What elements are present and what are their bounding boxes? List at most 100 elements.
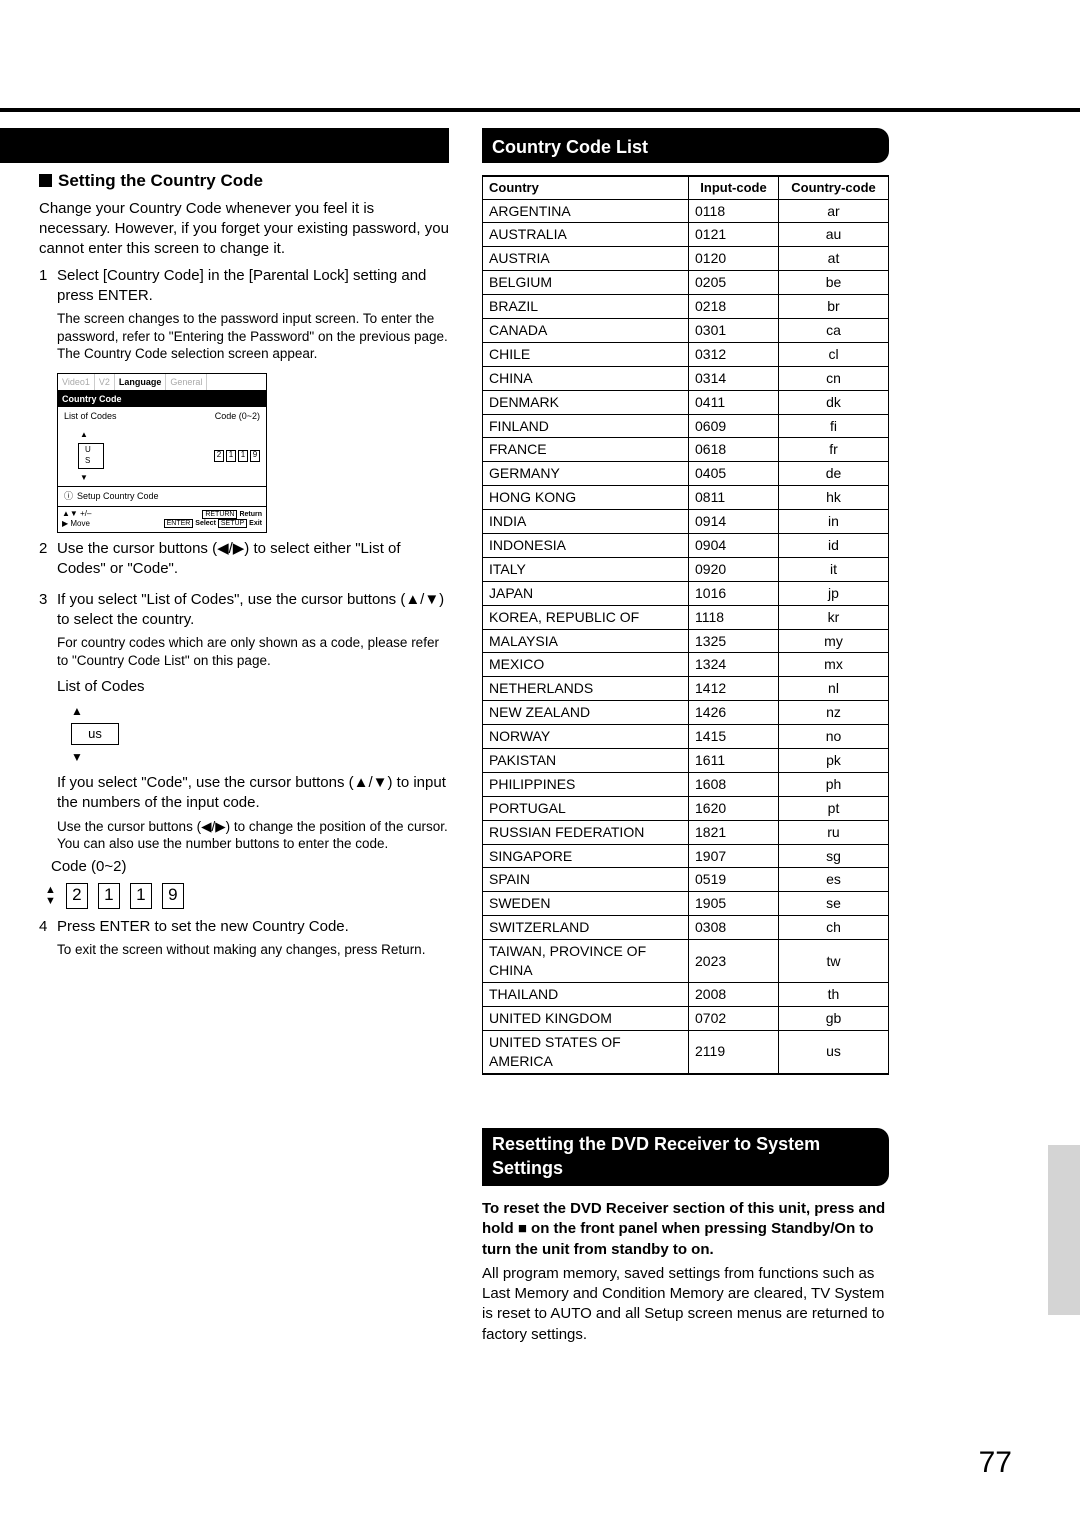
cell-country: NETHERLANDS xyxy=(483,677,689,701)
osd-digits: 2 1 1 9 xyxy=(214,450,260,462)
cell-country: PORTUGAL xyxy=(483,796,689,820)
reset-block: To reset the DVD Receiver section of thi… xyxy=(482,1195,889,1349)
osd-code-label: Code (0~2) xyxy=(215,410,260,422)
cell-country-code: my xyxy=(779,629,889,653)
list-of-codes-illustration: List of Codes us xyxy=(57,677,449,767)
cell-input-code: 0205 xyxy=(689,271,779,295)
cell-input-code: 0312 xyxy=(689,342,779,366)
step-1-note: The screen changes to the password input… xyxy=(57,310,449,363)
cell-country-code: jp xyxy=(779,581,889,605)
cell-input-code: 2023 xyxy=(689,940,779,983)
cell-country: FINLAND xyxy=(483,414,689,438)
cell-country: UNITED STATES OF AMERICA xyxy=(483,1030,689,1073)
cell-country: NEW ZEALAND xyxy=(483,701,689,725)
cell-country-code: mx xyxy=(779,653,889,677)
top-rule xyxy=(0,108,1080,112)
step-number: 4 xyxy=(39,917,57,963)
cell-country: CANADA xyxy=(483,319,689,343)
left-column: Setting the Country Code Change your Cou… xyxy=(39,170,449,963)
cell-input-code: 1412 xyxy=(689,677,779,701)
table-row: BELGIUM0205be xyxy=(483,271,889,295)
cell-input-code: 1611 xyxy=(689,749,779,773)
table-row: GERMANY0405de xyxy=(483,462,889,486)
cell-country: JAPAN xyxy=(483,581,689,605)
cell-country-code: nl xyxy=(779,677,889,701)
osd-digit-3: 9 xyxy=(250,450,260,462)
heading-left-text: Setting the Country Code xyxy=(58,171,263,190)
cell-country: SWEDEN xyxy=(483,892,689,916)
table-row: MEXICO1324mx xyxy=(483,653,889,677)
cell-input-code: 1608 xyxy=(689,772,779,796)
left-black-band xyxy=(0,128,449,163)
cell-input-code: 0609 xyxy=(689,414,779,438)
th-input-code: Input-code xyxy=(689,176,779,199)
table-header-row: Country Input-code Country-code xyxy=(483,176,889,199)
cell-country: TAIWAN, PROVINCE OF CHINA xyxy=(483,940,689,983)
cell-country-code: se xyxy=(779,892,889,916)
table-row: FINLAND0609fi xyxy=(483,414,889,438)
table-row: KOREA, REPUBLIC OF1118kr xyxy=(483,605,889,629)
cell-country-code: au xyxy=(779,223,889,247)
up-down-icon: ▲▼ xyxy=(45,885,56,907)
cell-country-code: hk xyxy=(779,486,889,510)
table-row: FRANCE0618fr xyxy=(483,438,889,462)
step-number: 1 xyxy=(39,266,57,367)
code-digit-0: 2 xyxy=(66,883,88,909)
th-country: Country xyxy=(483,176,689,199)
cell-country: FRANCE xyxy=(483,438,689,462)
step-1: 1 Select [Country Code] in the [Parental… xyxy=(39,266,449,367)
cell-country: INDONESIA xyxy=(483,534,689,558)
osd-us-value: U S xyxy=(78,443,104,469)
osd-country-code-label: Country Code xyxy=(58,391,266,407)
step-2-text: Use the cursor buttons (◀/▶) to select e… xyxy=(57,539,449,580)
cell-country: UNITED KINGDOM xyxy=(483,1006,689,1030)
table-row: UNITED STATES OF AMERICA2119us xyxy=(483,1030,889,1073)
cell-country-code: ru xyxy=(779,820,889,844)
cell-input-code: 1324 xyxy=(689,653,779,677)
cell-input-code: 1907 xyxy=(689,844,779,868)
code-title: Code (0~2) xyxy=(51,857,449,877)
cell-country: INDIA xyxy=(483,510,689,534)
triangle-down-icon xyxy=(80,471,88,484)
cell-country-code: no xyxy=(779,725,889,749)
cell-country-code: fi xyxy=(779,414,889,438)
cell-country-code: be xyxy=(779,271,889,295)
loc-value-box: us xyxy=(71,723,119,745)
table-row: NETHERLANDS1412nl xyxy=(483,677,889,701)
th-country-code: Country-code xyxy=(779,176,889,199)
triangle-up-icon xyxy=(80,428,88,441)
cell-country-code: in xyxy=(779,510,889,534)
osd-digit-0: 2 xyxy=(214,450,224,462)
table-row: SWEDEN1905se xyxy=(483,892,889,916)
cell-input-code: 2119 xyxy=(689,1030,779,1073)
cell-country: SPAIN xyxy=(483,868,689,892)
cell-input-code: 0120 xyxy=(689,247,779,271)
cell-country-code: ca xyxy=(779,319,889,343)
cell-country: PHILIPPINES xyxy=(483,772,689,796)
cell-country-code: pk xyxy=(779,749,889,773)
side-tab xyxy=(1048,1145,1080,1315)
square-bullet-icon xyxy=(39,174,52,187)
osd-list-label: List of Codes xyxy=(64,410,215,422)
cell-country-code: cl xyxy=(779,342,889,366)
cell-input-code: 1415 xyxy=(689,725,779,749)
table-row: AUSTRALIA0121au xyxy=(483,223,889,247)
cell-input-code: 0411 xyxy=(689,390,779,414)
cell-country-code: pt xyxy=(779,796,889,820)
cell-country: DENMARK xyxy=(483,390,689,414)
cell-country: AUSTRALIA xyxy=(483,223,689,247)
osd-return: Return xyxy=(239,511,262,518)
osd-return-btn: RETURN xyxy=(202,510,237,519)
cell-country-code: tw xyxy=(779,940,889,983)
cell-country-code: de xyxy=(779,462,889,486)
cell-input-code: 0618 xyxy=(689,438,779,462)
step-number: 2 xyxy=(39,539,57,584)
cell-input-code: 0904 xyxy=(689,534,779,558)
table-row: THAILAND2008th xyxy=(483,982,889,1006)
right-column: Country Input-code Country-code ARGENTIN… xyxy=(482,175,889,1075)
osd-exit: Exit xyxy=(249,520,262,527)
cell-country: ITALY xyxy=(483,557,689,581)
table-row: SINGAPORE1907sg xyxy=(483,844,889,868)
cell-input-code: 0914 xyxy=(689,510,779,534)
triangle-down-icon xyxy=(71,747,83,767)
